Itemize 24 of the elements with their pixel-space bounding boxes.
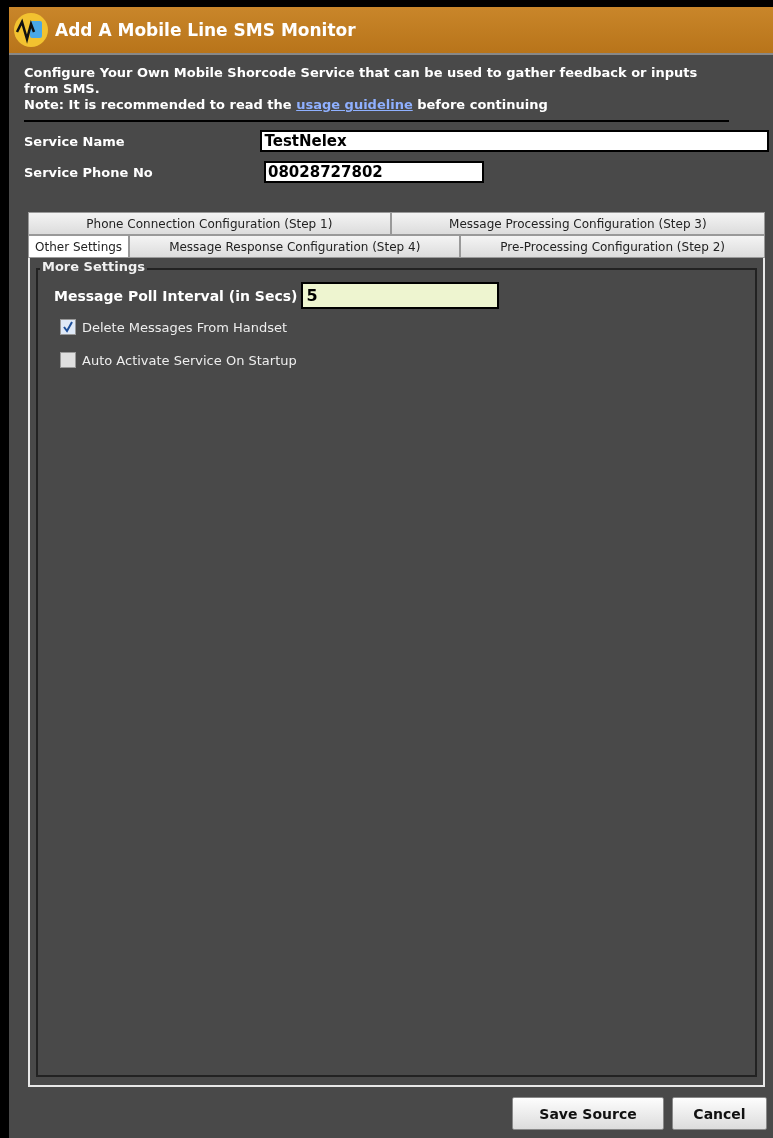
checkbox-label: Auto Activate Service On Startup — [82, 352, 297, 368]
poll-interval-field[interactable]: 5 — [301, 282, 500, 309]
field-label: Message Poll Interval (in Secs) — [54, 287, 298, 304]
checkbox-label: Delete Messages From Handset — [82, 319, 288, 335]
waveform-icon — [13, 12, 49, 48]
field-label: Service Phone No — [24, 164, 154, 180]
text-field[interactable]: TestNelex — [260, 130, 769, 152]
dialog-button[interactable]: Cancel — [672, 1097, 767, 1130]
note-text: Note: It is recommended to read the — [24, 97, 292, 112]
window-title: Add A Mobile Line SMS Monitor — [55, 20, 356, 40]
note-text: before continuing — [417, 97, 548, 112]
checkbox[interactable] — [60, 319, 76, 335]
field-label: Service Name — [24, 133, 126, 149]
usage-guideline-link[interactable]: usage guideline — [296, 97, 413, 112]
group-title: More Settings — [40, 259, 147, 274]
tab[interactable]: Other Settings — [28, 235, 130, 258]
tab[interactable]: Message Processing Configuration (Step 3) — [390, 212, 765, 235]
dialog-button[interactable]: Save Source — [512, 1097, 664, 1130]
text-field[interactable]: 08028727802 — [264, 161, 484, 183]
checkbox[interactable] — [60, 352, 76, 368]
tab[interactable]: Pre-Processing Configuration (Step 2) — [460, 235, 765, 258]
tab[interactable]: Phone Connection Configuration (Step 1) — [28, 212, 391, 235]
description-text: Configure Your Own Mobile Shorcode Service that can be used to gather feedback or inputs from SMS. — [24, 65, 699, 97]
tab[interactable]: Message Response Configuration (Step 4) — [129, 235, 461, 258]
